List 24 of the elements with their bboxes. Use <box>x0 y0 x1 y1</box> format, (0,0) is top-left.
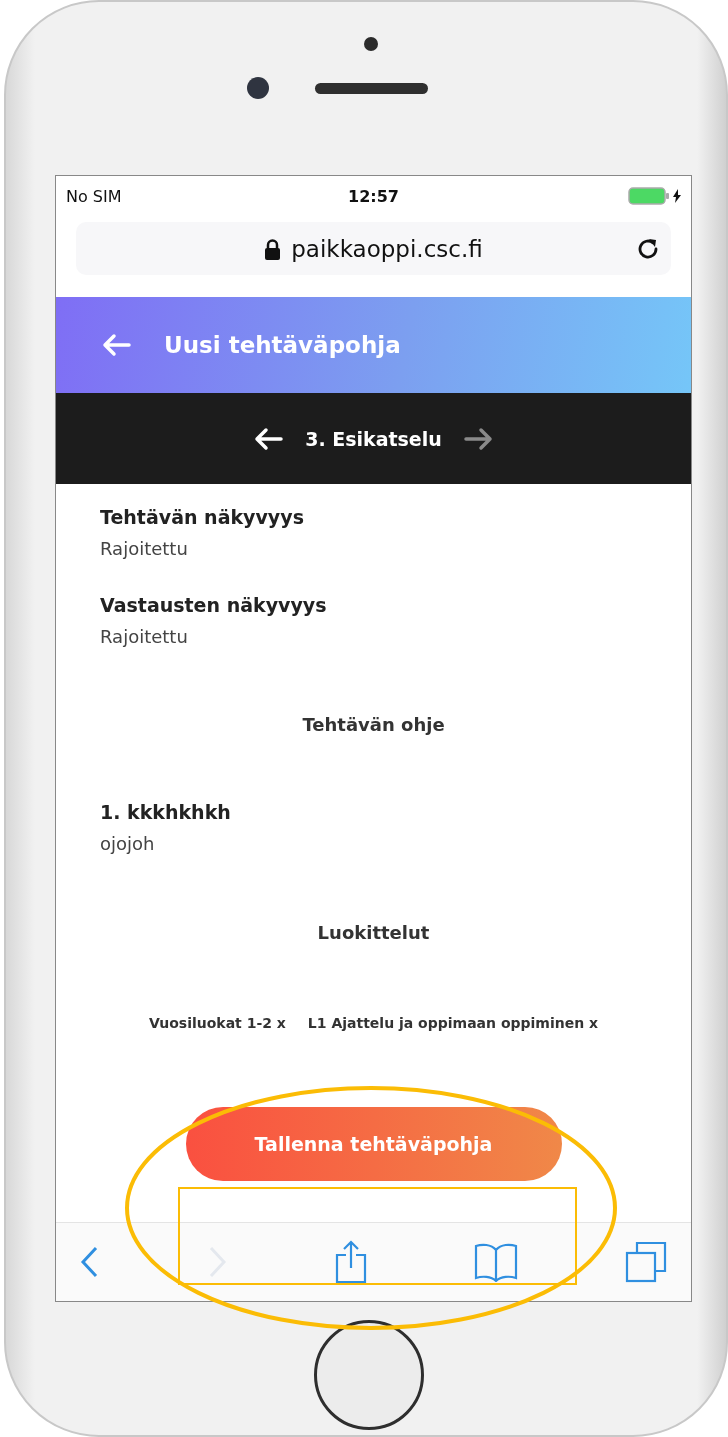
field-value: Rajoitettu <box>100 626 189 647</box>
page-title: Uusi tehtäväpohja <box>164 332 401 358</box>
carrier-label: No SIM <box>66 186 123 206</box>
lock-icon <box>264 237 282 260</box>
step-title: 3. Esikatselu <box>305 427 442 450</box>
task-title: 1. kkkhkhkh <box>100 801 232 823</box>
clock-time: 12:57 <box>348 186 399 206</box>
classification-tag: Vuosiluokat 1-2 x <box>148 1015 286 1031</box>
previous-step-arrow-icon[interactable] <box>253 426 284 451</box>
back-chevron-icon[interactable] <box>80 1245 100 1279</box>
field-value: Rajoitettu <box>100 538 189 559</box>
section-heading: Luokittelut <box>316 922 431 943</box>
back-arrow-icon[interactable] <box>101 333 131 357</box>
classification-tag: L1 Ajattelu ja oppimaan oppiminen x <box>307 1015 599 1031</box>
address-bar[interactable]: paikkaoppi.csc.fi <box>76 222 671 275</box>
field-label: Tehtävän näkyvyys <box>100 506 305 528</box>
tabs-icon[interactable] <box>625 1241 667 1283</box>
field-label: Vastausten näkyvyys <box>100 594 328 616</box>
url-text: paikkaoppi.csc.fi <box>291 235 483 262</box>
share-icon[interactable] <box>334 1240 367 1284</box>
section-heading: Tehtävän ohje <box>301 714 446 735</box>
battery-icon <box>628 187 670 205</box>
book-icon[interactable] <box>473 1242 518 1282</box>
task-text: ojojoh <box>100 833 156 854</box>
